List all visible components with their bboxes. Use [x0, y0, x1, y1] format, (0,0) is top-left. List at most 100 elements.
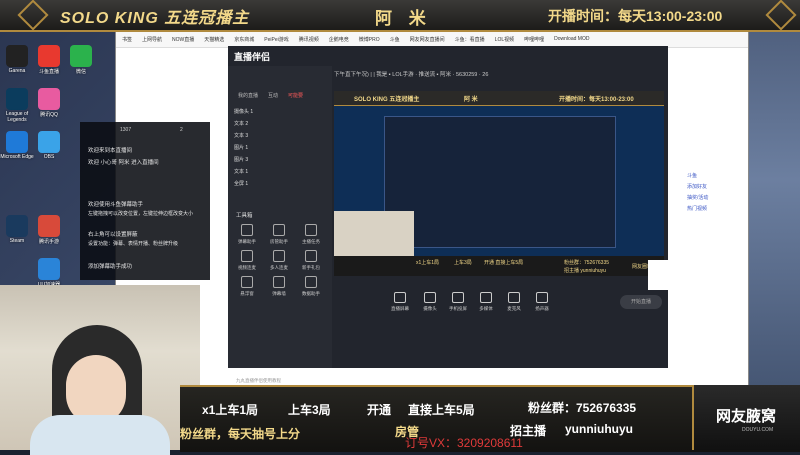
scene-item[interactable]: 摄像头 1: [234, 108, 324, 115]
tool-danmaku-wall[interactable]: 弹幕墙: [266, 276, 292, 297]
bookmark-item[interactable]: 斗鱼: [390, 36, 400, 43]
app-logo: 直播伴侣: [234, 52, 271, 62]
ctrl-label: 手机投屏: [449, 306, 467, 311]
tool-room-manager[interactable]: 房管助手: [266, 224, 292, 245]
tool-gift[interactable]: 新手礼包: [298, 250, 324, 271]
streamer-app-window: 直播伴侣 我的直播 互动 可能要 摄像头 1 文本 2 文本 3 图片 1 图片…: [228, 46, 668, 383]
douyu-icon[interactable]: [38, 45, 60, 67]
garena-icon[interactable]: [6, 45, 28, 67]
danmaku-icon: [241, 224, 253, 236]
desktop-icon-label: Steam: [9, 238, 25, 244]
desktop-icon-label: 腾讯QQ: [40, 112, 58, 118]
bookmark-item[interactable]: 企鹅电竞: [329, 36, 349, 43]
ctrl-screen[interactable]: 直播屏幕: [388, 292, 412, 312]
preview-banner-right: 开播时间：每天13:00-23:00: [559, 97, 634, 103]
ctrl-speaker[interactable]: 扬声器: [530, 292, 554, 312]
scene-item[interactable]: 图片 1: [234, 144, 324, 151]
preview-top-banner: SOLO KING 五连冠播主 阿 米 开播时间：每天13:00-23:00: [334, 91, 664, 106]
tool-video-link[interactable]: 视频连麦: [234, 250, 260, 271]
bookmark-item[interactable]: Download MOD: [554, 36, 589, 42]
chat-line: 欢迎使用斗鱼弹幕助手: [88, 202, 144, 208]
tab-interact[interactable]: 互动: [268, 92, 278, 99]
scene-item[interactable]: 图片 3: [234, 156, 324, 163]
side-panel-item[interactable]: 热门视频: [687, 205, 741, 212]
preview-banner-mid: 阿 米: [464, 97, 478, 103]
preview-nested-screen: [384, 116, 616, 248]
side-panel-item[interactable]: 斗鱼: [687, 172, 741, 179]
scene-item[interactable]: 文本 1: [234, 168, 324, 175]
ctrl-camera[interactable]: 摄像头: [418, 292, 442, 312]
steam-icon[interactable]: [6, 215, 28, 237]
desktop-icon-label: 腾讯手游: [38, 239, 59, 245]
bookmark-item[interactable]: 哔哩哔哩: [524, 36, 544, 43]
bookmark-item[interactable]: NOW直播: [172, 36, 194, 43]
preview-bottom-c: 开通 直接上车5局: [484, 260, 524, 266]
tab-my-live[interactable]: 我的直播: [238, 92, 258, 99]
stream-preview: SOLO KING 五连冠播主 阿 米 开播时间：每天13:00-23:00 x…: [334, 91, 664, 276]
speaker-icon: [536, 292, 548, 303]
desktop-icon-label: OBS: [43, 154, 55, 160]
app-status-text: 九丸直播伴侣使用教程: [236, 378, 281, 383]
edge-icon[interactable]: [6, 131, 28, 153]
tool-label: 悬浮窗: [240, 291, 254, 296]
tool-danmaku[interactable]: 弹幕助手: [234, 224, 260, 245]
banner-schedule: 开播时间：每天13:00-23:00: [548, 8, 723, 24]
task-icon: [305, 224, 317, 236]
bookmark-item[interactable]: 京东商城: [234, 36, 254, 43]
bookmark-item[interactable]: PeiPei游戏: [264, 36, 288, 43]
microphone-icon: [508, 292, 520, 303]
obs-icon[interactable]: [38, 131, 60, 153]
preview-banner-left: SOLO KING 五连冠播主: [354, 97, 420, 103]
bottom-promo-b: 上车3局: [288, 403, 331, 417]
browser-side-panel: 斗鱼 添加好友 抽奖/活动 热门视频: [681, 168, 741, 308]
viewer-count-2: 2: [180, 127, 183, 133]
tool-label: 数据助手: [302, 291, 320, 296]
bookmark-item[interactable]: 腾讯视频: [299, 36, 319, 43]
bookmark-item[interactable]: 上网导航: [142, 36, 162, 43]
banner-title-left: SOLO KING 五连冠播主: [60, 10, 250, 27]
bookmark-item[interactable]: 斗鱼：看直播: [455, 36, 485, 43]
bookmark-item[interactable]: 书签: [122, 36, 132, 43]
tool-label: 房管助手: [270, 239, 288, 244]
ctrl-label: 麦克风: [507, 306, 521, 311]
scene-item[interactable]: 全屏 1: [234, 180, 324, 187]
app-tabs: 我的直播 互动 可能要: [238, 92, 303, 99]
ctrl-phone-cast[interactable]: 手机投屏: [446, 292, 470, 312]
danmaku-wall-icon: [273, 276, 285, 288]
tool-label: 弹幕墙: [272, 291, 286, 296]
ctrl-microphone[interactable]: 麦克风: [502, 292, 526, 312]
bookmark-item[interactable]: 网友网友直播间: [410, 36, 445, 43]
phone-icon: [452, 292, 464, 303]
bookmark-item[interactable]: 微博PRO: [359, 36, 380, 43]
bookmark-item[interactable]: LOL视频: [495, 36, 514, 43]
chat-line: 添加弹幕助手成功: [88, 264, 133, 270]
stream-top-banner: SOLO KING 五连冠播主 阿 米 开播时间：每天13:00-23:00: [0, 0, 800, 32]
wechat-icon[interactable]: [70, 45, 92, 67]
start-stream-button[interactable]: 开始直播: [620, 295, 662, 309]
chat-line: 设置功能：弹幕、表情开播、粉丝牌升级: [88, 241, 179, 247]
ctrl-label: 摄像头: [423, 306, 437, 311]
ctrl-media[interactable]: 多媒体: [474, 292, 498, 312]
tencent-games-icon[interactable]: [38, 215, 60, 237]
douyu-logo-box: 网友腋窝 DOUYU.COM: [692, 385, 800, 450]
tool-float-window[interactable]: 悬浮窗: [234, 276, 260, 297]
bottom-recruit-id: yunniuhuyu: [565, 422, 633, 436]
qq-icon[interactable]: [38, 88, 60, 110]
data-icon: [305, 276, 317, 288]
bookmark-item[interactable]: 天猫精选: [204, 36, 224, 43]
scene-item[interactable]: 文本 2: [234, 120, 324, 127]
tool-data[interactable]: 数据助手: [298, 276, 324, 297]
side-panel-item[interactable]: 添加好友: [687, 183, 741, 190]
desktop-icon-label: Microsoft Edge: [0, 154, 34, 160]
tool-label: 弹幕助手: [238, 239, 256, 244]
danmaku-chat-overlay: 1307 2 欢迎来到本直播间 欢迎 小心哥 阿米 进入直播间 欢迎使用斗鱼弹幕…: [80, 122, 210, 280]
lol-icon[interactable]: [6, 88, 28, 110]
tool-task[interactable]: 主播任务: [298, 224, 324, 245]
tool-label: 多人连麦: [270, 265, 288, 270]
scene-item[interactable]: 文本 3: [234, 132, 324, 139]
tool-multi-link[interactable]: 多人连麦: [266, 250, 292, 271]
tab-more[interactable]: 可能要: [288, 92, 303, 99]
side-panel-item[interactable]: 抽奖/活动: [687, 194, 741, 201]
uu-accelerator-icon[interactable]: [38, 258, 60, 280]
tool-label: 视频连麦: [238, 265, 256, 270]
